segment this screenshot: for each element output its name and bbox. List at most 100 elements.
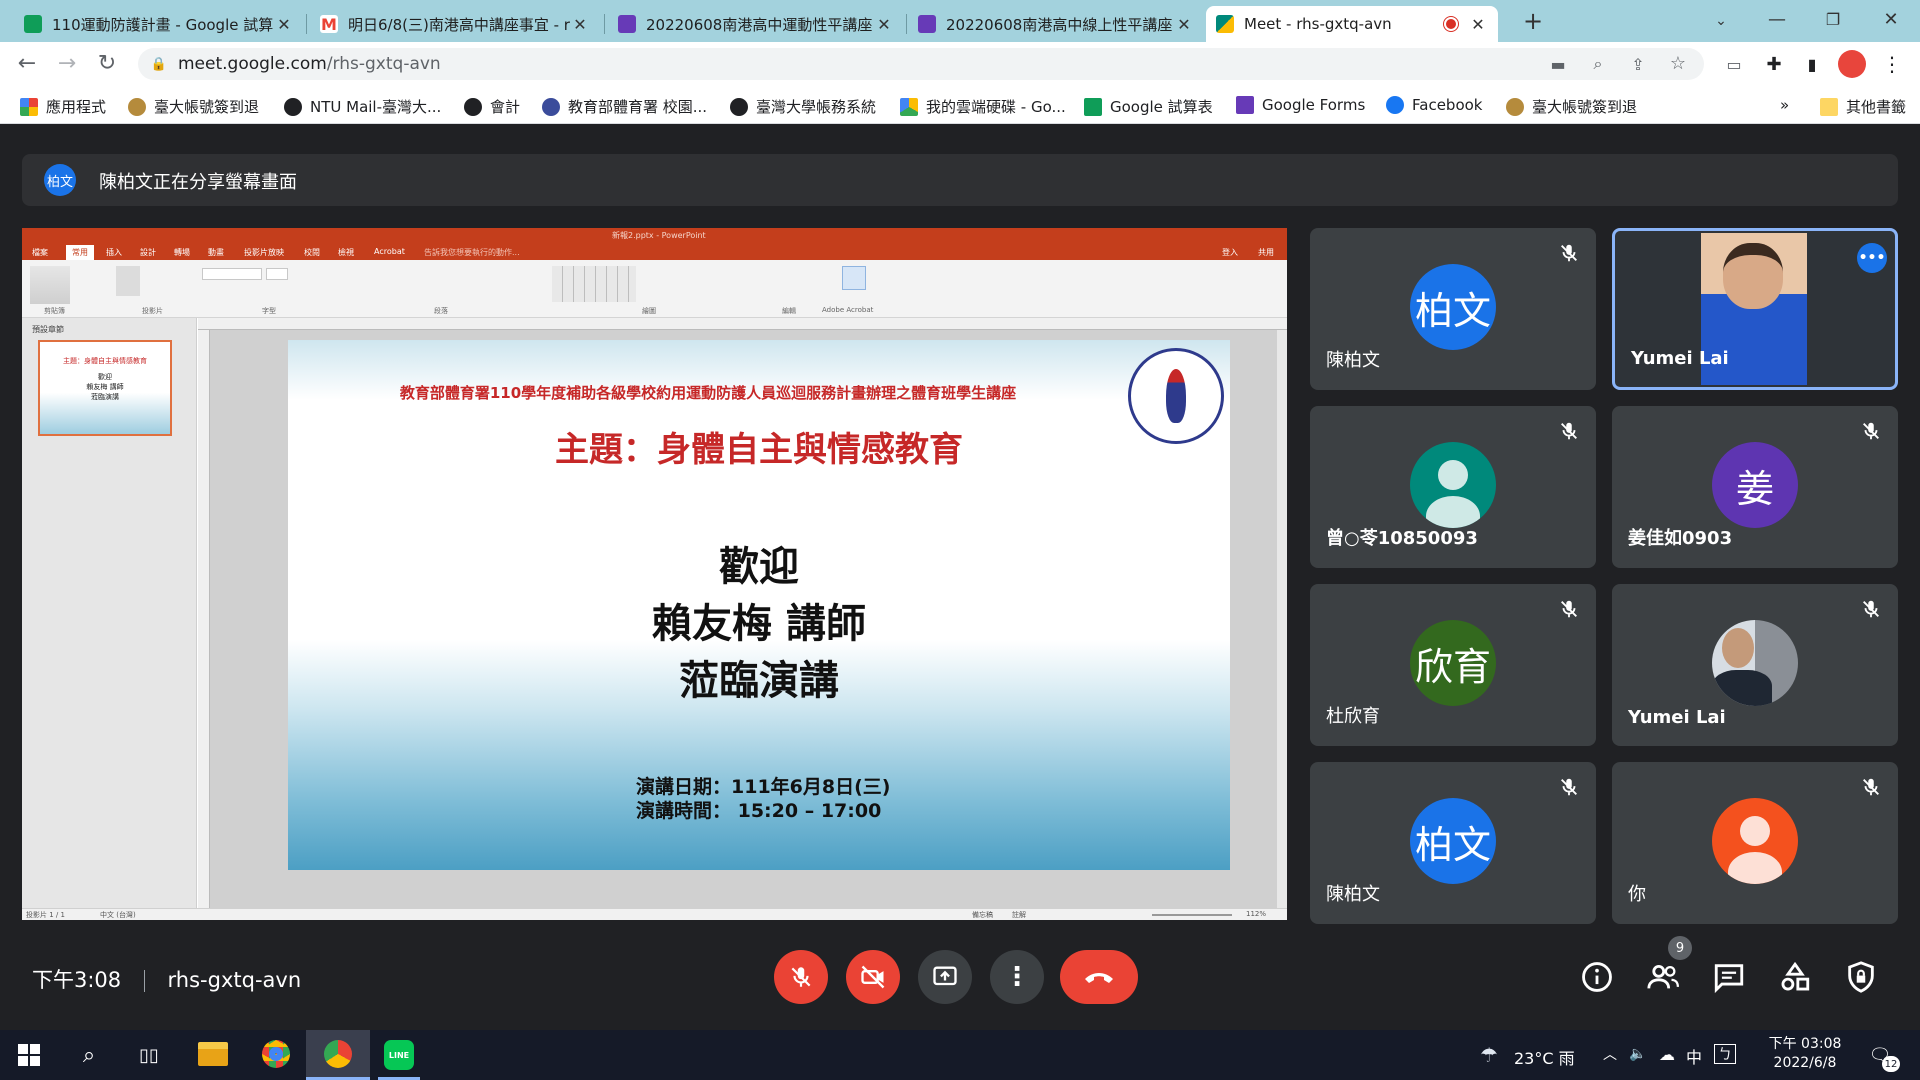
ppt-tab-review[interactable]: 校閱	[304, 247, 320, 258]
notes-button[interactable]: 備忘稿	[972, 910, 993, 920]
participant-tile[interactable]: Yumei Lai	[1612, 584, 1898, 746]
chrome-active-task[interactable]	[306, 1030, 370, 1080]
tab-meet[interactable]: Meet - rhs-gxtq-avn ✕	[1206, 6, 1498, 42]
minimize-icon[interactable]: —	[1762, 4, 1792, 34]
chevron-up-icon[interactable]: ︿	[1600, 1044, 1620, 1064]
participant-tile-active-speaker[interactable]: ••• Yumei Lai	[1612, 228, 1898, 390]
bookmark-moe[interactable]: 教育部體育署 校園...	[542, 96, 707, 117]
profile-avatar[interactable]	[1838, 50, 1866, 78]
comments-button[interactable]: 註解	[1012, 910, 1026, 920]
ppt-tab-transitions[interactable]: 轉場	[174, 247, 190, 258]
ppt-tab-insert[interactable]: 插入	[106, 247, 122, 258]
tab-sheets[interactable]: 110運動防護計畫 - Google 試算 ✕	[14, 6, 304, 42]
close-tab-icon[interactable]: ✕	[1468, 15, 1488, 34]
font-size-field[interactable]	[266, 268, 288, 280]
participant-tile-self[interactable]: 你	[1612, 762, 1898, 924]
cast-icon[interactable]: ▭	[1722, 52, 1746, 76]
bookmark-apps[interactable]: 應用程式	[20, 96, 106, 117]
chrome-menu-icon[interactable]: ⋮	[1880, 52, 1904, 76]
activities-icon[interactable]	[1778, 960, 1812, 994]
vertical-scrollbar[interactable]	[1277, 330, 1287, 908]
windows-start-icon[interactable]	[18, 1044, 40, 1066]
restore-icon[interactable]: ❐	[1818, 4, 1848, 34]
close-tab-icon[interactable]: ✕	[274, 15, 294, 34]
system-clock[interactable]: 下午 03:08 2022/6/8	[1760, 1035, 1850, 1073]
ppt-tab-file[interactable]: 檔案	[32, 247, 48, 258]
bookmark-accounting[interactable]: 會計	[464, 96, 520, 117]
address-bar[interactable]: 🔒 meet.google.com/rhs-gxtq-avn ▬ ⌕ ⇪ ☆	[138, 48, 1704, 80]
leave-call-button[interactable]	[1060, 950, 1138, 1004]
ppt-share[interactable]: 共用	[1258, 247, 1274, 258]
ppt-tab-home[interactable]: 常用	[66, 245, 94, 260]
tab-search-icon[interactable]: ⌄	[1706, 6, 1736, 36]
reload-icon[interactable]: ↻	[92, 48, 122, 78]
close-tab-icon[interactable]: ✕	[1174, 15, 1194, 34]
host-controls-icon[interactable]	[1844, 960, 1878, 994]
lock-icon[interactable]: 🔒	[150, 55, 168, 73]
tab-forms-1[interactable]: 20220608南港高中運動性平講座 ✕	[608, 6, 904, 42]
share-icon[interactable]: ⇪	[1628, 54, 1648, 74]
ppt-tab-slideshow[interactable]: 投影片放映	[244, 247, 284, 258]
more-options-button[interactable]: ⋮	[990, 950, 1044, 1004]
extensions-icon[interactable]: ✚	[1762, 52, 1786, 76]
present-now-button[interactable]	[918, 950, 972, 1004]
chrome-icon[interactable]	[262, 1040, 290, 1068]
mic-toggle-button[interactable]	[774, 950, 828, 1004]
bookmark-ntu-mail[interactable]: NTU Mail-臺灣大...	[284, 96, 441, 117]
bookmark-drive[interactable]: 我的雲端硬碟 - Go...	[900, 96, 1066, 117]
ppt-tab-design[interactable]: 設計	[140, 247, 156, 258]
shared-screen[interactable]: 新報2.pptx - PowerPoint 檔案 常用 插入 設計 轉場 動畫 …	[22, 228, 1287, 920]
meeting-details-icon[interactable]	[1580, 960, 1614, 994]
close-window-icon[interactable]: ✕	[1876, 4, 1906, 34]
ime-mode-icon[interactable]: ㄅ	[1714, 1044, 1736, 1064]
line-icon[interactable]: LINE	[384, 1040, 414, 1070]
bookmark-forms[interactable]: Google Forms	[1236, 96, 1365, 114]
camera-toggle-button[interactable]	[846, 950, 900, 1004]
weather-text[interactable]: 23°C 雨	[1514, 1045, 1575, 1069]
ppt-tab-animations[interactable]: 動畫	[208, 247, 224, 258]
participant-tile[interactable]: 欣育 杜欣育	[1310, 584, 1596, 746]
font-name-field[interactable]	[202, 268, 262, 280]
paste-icon[interactable]	[30, 266, 70, 304]
zoom-slider[interactable]	[1152, 914, 1232, 916]
search-icon[interactable]: ⌕	[74, 1040, 104, 1070]
forward-icon[interactable]: →	[52, 48, 82, 78]
bookmark-ntu-signin-2[interactable]: 臺大帳號簽到退	[1506, 96, 1637, 117]
ppt-tab-view[interactable]: 檢視	[338, 247, 354, 258]
people-icon[interactable]	[1646, 960, 1680, 994]
camera-blocked-icon[interactable]: ▬	[1548, 54, 1568, 74]
tab-forms-2[interactable]: 20220608南港高中線上性平講座 ✕	[908, 6, 1204, 42]
back-icon[interactable]: ←	[12, 48, 42, 78]
tab-gmail[interactable]: M 明日6/8(三)南港高中講座事宜 - r ✕	[310, 6, 600, 42]
ime-indicator[interactable]: 中	[1686, 1044, 1702, 1068]
task-view-icon[interactable]: ▯▯	[134, 1040, 164, 1070]
more-options-icon[interactable]: •••	[1857, 243, 1887, 273]
slide-canvas[interactable]: 教育部體育署110學年度補助各級學校約用運動防護人員巡迴服務計畫辦理之體育班學生…	[288, 340, 1230, 870]
volume-icon[interactable]: 🔈	[1628, 1044, 1648, 1064]
slide-thumbnail[interactable]: 主題：身體自主與情感教育 歡迎 賴友梅 講師 蒞臨演講	[38, 340, 172, 436]
bookmark-sheets[interactable]: Google 試算表	[1084, 96, 1213, 117]
bookmark-ntu-finance[interactable]: 臺灣大學帳務系統	[730, 96, 876, 117]
onedrive-icon[interactable]: ☁	[1656, 1044, 1678, 1064]
participant-tile[interactable]: 曾○苓10850093	[1310, 406, 1596, 568]
participant-tile[interactable]: 柏文 陳柏文	[1310, 228, 1596, 390]
bookmarks-overflow[interactable]: »	[1780, 96, 1789, 114]
adobe-pdf-icon[interactable]	[842, 266, 866, 290]
bookmark-facebook[interactable]: Facebook	[1386, 96, 1482, 114]
participant-tile[interactable]: 姜 姜佳如0903	[1612, 406, 1898, 568]
shapes-gallery[interactable]	[552, 266, 636, 302]
ppt-tell-me[interactable]: 告訴我您想要執行的動作...	[424, 247, 520, 258]
chat-icon[interactable]	[1712, 960, 1746, 994]
ppt-login[interactable]: 登入	[1222, 247, 1238, 258]
bookmark-other[interactable]: 其他書籤	[1820, 96, 1906, 117]
new-tab-icon[interactable]: +	[1518, 6, 1548, 36]
participant-tile[interactable]: 柏文 陳柏文	[1310, 762, 1596, 924]
bookmark-star-icon[interactable]: ☆	[1668, 53, 1688, 74]
zoom-icon[interactable]: ⌕	[1588, 54, 1608, 74]
bookmark-ntu-signin[interactable]: 臺大帳號簽到退	[128, 96, 259, 117]
close-tab-icon[interactable]: ✕	[570, 15, 590, 34]
new-slide-icon[interactable]	[116, 266, 140, 296]
ppt-tab-acrobat[interactable]: Acrobat	[374, 247, 405, 256]
side-panel-icon[interactable]: ▮	[1800, 52, 1824, 76]
close-tab-icon[interactable]: ✕	[874, 15, 894, 34]
